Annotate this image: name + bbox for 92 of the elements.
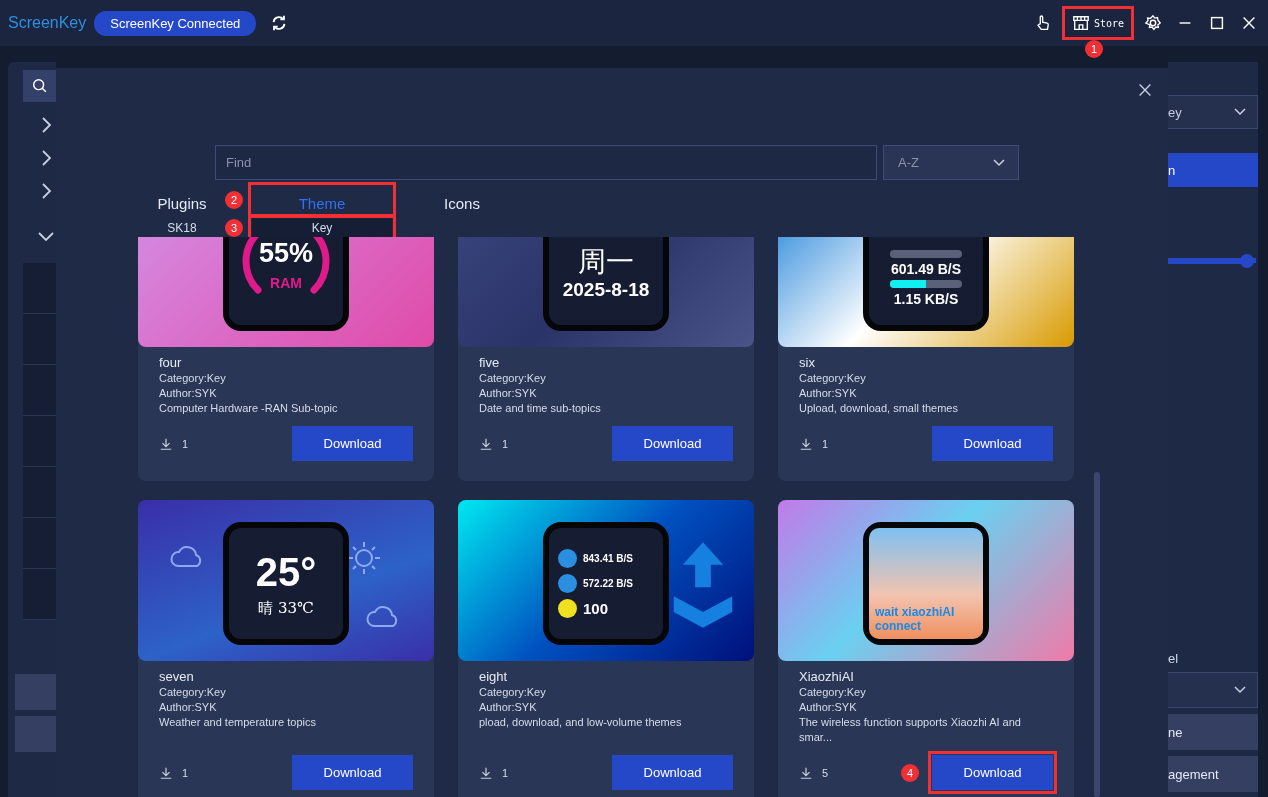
preview-text: 2025-8-18 [562, 279, 650, 301]
theme-name: seven [159, 668, 195, 685]
preview-text: 843.41 B/S [583, 553, 634, 564]
download-icon [159, 436, 173, 451]
download-button[interactable]: Download [612, 755, 733, 790]
preview-text: connect [875, 619, 922, 633]
download-count: 5 [822, 766, 829, 779]
chevron-right-icon[interactable] [39, 115, 53, 135]
caret-icon [992, 157, 1006, 168]
download-count: 1 [502, 437, 509, 450]
theme-category: Category:Key [799, 685, 867, 700]
download-button[interactable]: Download [292, 755, 413, 790]
theme-author: Author:SYK [799, 386, 858, 401]
theme-name: six [799, 354, 816, 371]
theme-category: Category:Key [479, 685, 547, 700]
preview-text: 晴 33℃ [258, 598, 314, 618]
search-field[interactable]: Find [215, 145, 877, 180]
theme-category: Category:Key [479, 371, 547, 386]
theme-author: Author:SYK [799, 700, 858, 715]
preview-text: wait xiaozhiAI [875, 605, 956, 619]
theme-category: Category:Key [159, 685, 227, 700]
download-count: 1 [182, 766, 189, 779]
chevron-right-icon[interactable] [39, 148, 53, 168]
theme-description: Upload, download, small themes [799, 401, 959, 416]
theme-category: Category:Key [159, 371, 227, 386]
device-tab[interactable]: Key [252, 218, 392, 238]
chevron-down-icon[interactable] [36, 229, 56, 243]
panel-button[interactable]: ne [1168, 714, 1258, 750]
theme-description: Weather and temperature topics [159, 715, 317, 730]
app-logo-text: ScreenKey [8, 14, 87, 32]
field-label: el [1168, 651, 1180, 666]
theme-name: four [159, 354, 183, 371]
store-button[interactable]: Store [1065, 10, 1130, 36]
panel-button[interactable]: agement [1168, 756, 1258, 792]
download-button[interactable]: Download [932, 755, 1053, 790]
speed-bar [890, 280, 962, 288]
annotation-badge: 2 [225, 191, 243, 209]
theme-description: The wireless function supports Xiaozhi AI and smar... [799, 715, 1022, 745]
preview-text: 1.15 KB/S [893, 291, 959, 307]
download-icon [479, 436, 493, 451]
theme-name: XiaozhiAI [799, 668, 855, 685]
scrollbar-thumb[interactable] [1094, 472, 1100, 797]
theme-author: Author:SYK [479, 700, 538, 715]
close-icon[interactable] [1240, 14, 1258, 32]
sort-dropdown[interactable]: A-Z [883, 145, 1019, 180]
theme-description: pload, download, and low-volume themes [479, 715, 683, 730]
theme-author: Author:SYK [159, 386, 218, 401]
connection-status-badge: ScreenKey Connected [94, 10, 257, 36]
speed-bar [890, 250, 962, 258]
preview-text: 601.49 B/S [890, 261, 962, 277]
download-count: 1 [502, 766, 509, 779]
download-count: 1 [182, 437, 189, 450]
download-button[interactable]: Download [292, 426, 413, 461]
preview-text: 55% [258, 238, 313, 269]
annotation-badge: 1 [1084, 40, 1103, 58]
theme-description: Date and time sub-topics [479, 401, 602, 416]
theme-author: Author:SYK [159, 700, 218, 715]
action-button[interactable]: n [1168, 153, 1258, 187]
preview-text: 100 [583, 600, 609, 617]
chevron-right-icon[interactable] [39, 181, 53, 201]
device-tab[interactable]: SK18 [163, 218, 201, 238]
status-dot-icon [558, 574, 577, 593]
annotation-badge: 4 [901, 763, 919, 782]
download-button[interactable]: Download [612, 426, 733, 461]
preview-text: 周一 [578, 245, 634, 279]
status-dot-icon [558, 549, 577, 568]
annotation-badge: 3 [225, 219, 243, 237]
caret-icon [1233, 107, 1247, 117]
download-icon [479, 765, 493, 780]
download-icon [159, 765, 173, 780]
download-icon [799, 765, 813, 780]
theme-category: Category:Key [799, 371, 867, 386]
theme-name: eight [479, 668, 509, 685]
theme-description: Computer Hardware -RAN Sub-topic [159, 401, 339, 416]
search-icon [30, 77, 49, 95]
settings-icon[interactable] [1144, 14, 1162, 32]
category-tab[interactable]: Plugins [157, 186, 207, 214]
preview-text: 25° [255, 549, 317, 595]
storefront-icon [1071, 14, 1090, 32]
preview-text: 572.22 B/S [583, 578, 634, 589]
download-icon [799, 436, 813, 451]
maximize-icon[interactable] [1208, 14, 1226, 32]
search-button[interactable] [23, 70, 56, 102]
preview-text: RAM [270, 275, 302, 291]
download-count: 1 [822, 437, 829, 450]
dropdown[interactable]: ey [1168, 95, 1258, 129]
theme-author: Author:SYK [479, 386, 538, 401]
theme-name: five [479, 354, 501, 371]
status-dot-icon [558, 599, 577, 618]
caret-icon [1233, 685, 1247, 695]
category-tab[interactable]: Icons [444, 186, 480, 214]
download-button[interactable]: Download [932, 426, 1053, 461]
